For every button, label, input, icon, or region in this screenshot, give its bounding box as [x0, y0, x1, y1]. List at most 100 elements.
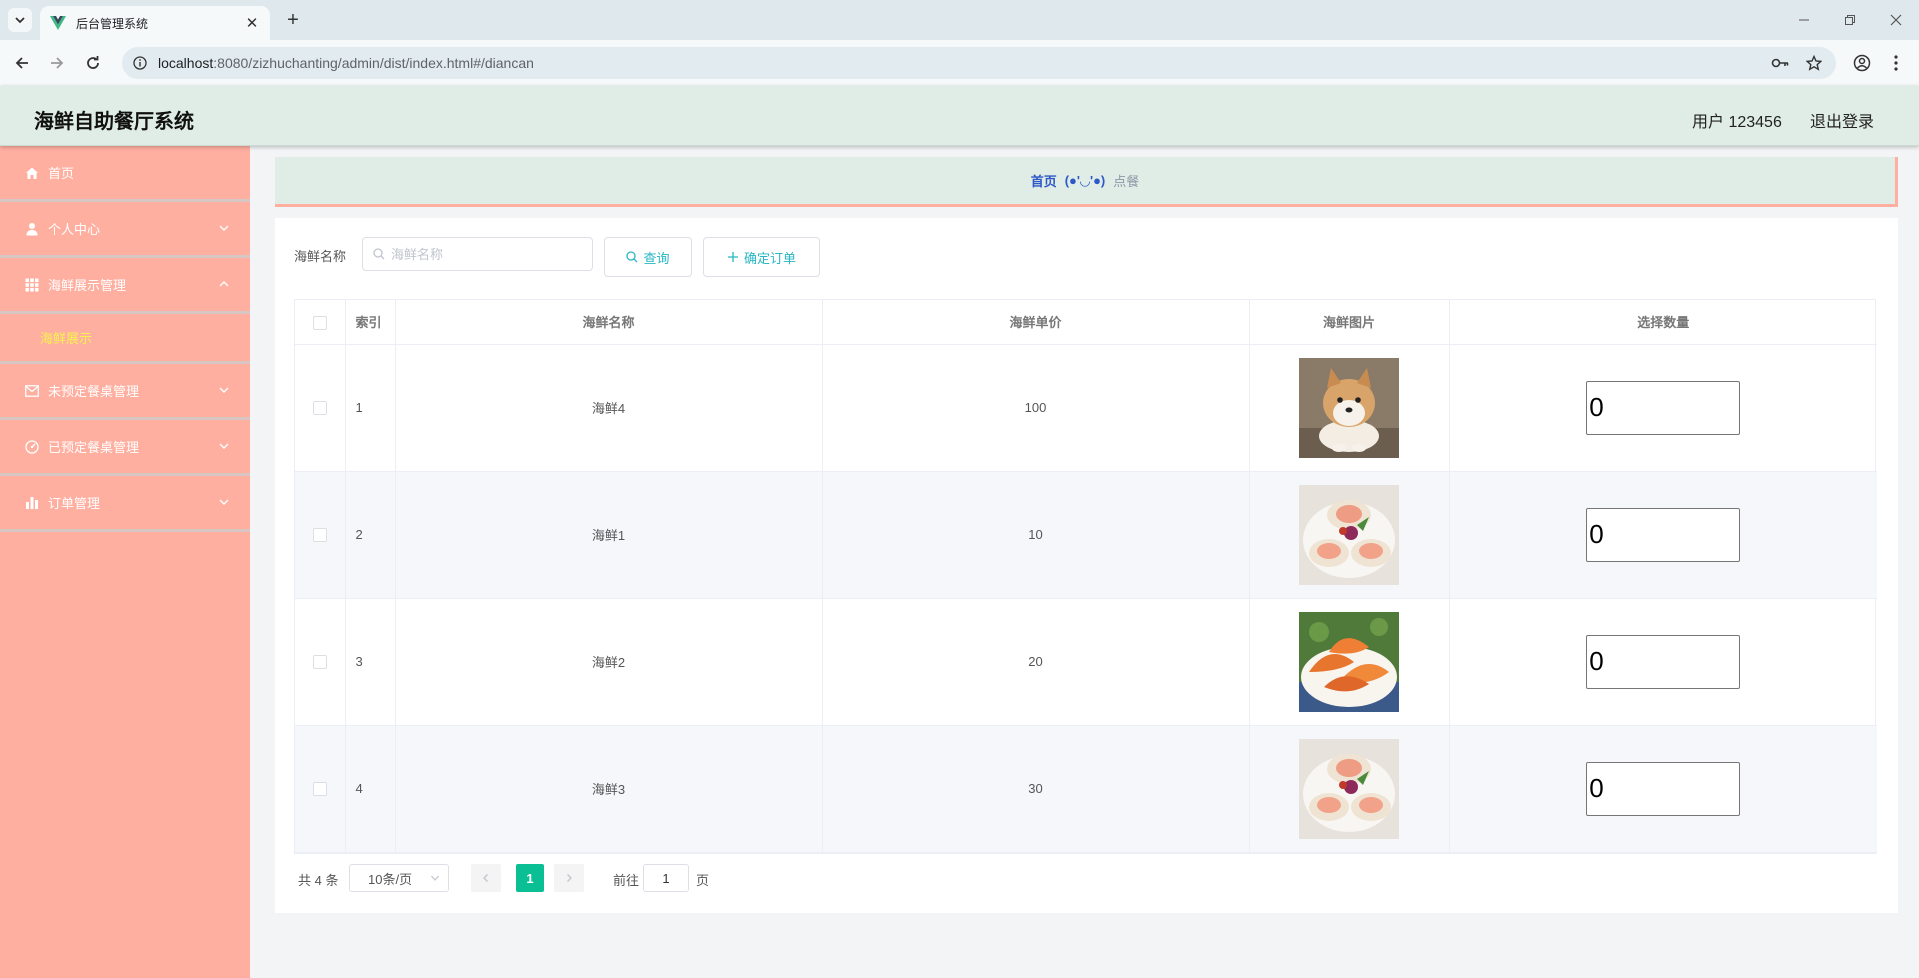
sidebar-item-label: 已预定餐桌管理 [48, 440, 140, 455]
column-header-index: 索引 [345, 300, 396, 345]
row-checkbox[interactable] [312, 782, 327, 797]
table-row: 3 海鲜2 20 [295, 598, 1877, 726]
logout-button[interactable]: 退出登录 [1810, 108, 1874, 132]
tab-title: 后台管理系统 [76, 16, 149, 31]
new-tab-button[interactable]: + [282, 9, 304, 31]
sidebar-item-label: 个人中心 [48, 222, 101, 237]
sidebar-item-label: 未预定餐桌管理 [48, 384, 140, 399]
query-button[interactable]: 查询 [604, 237, 692, 277]
confirm-order-button-label: 确定订单 [743, 250, 796, 266]
quantity-input[interactable] [1586, 380, 1741, 435]
bar-chart-icon [24, 495, 40, 511]
column-header-price: 海鲜单价 [822, 300, 1250, 345]
seafood-name: 海鲜1 [395, 471, 823, 599]
quantity-input[interactable] [1586, 634, 1741, 689]
bookmark-star-icon[interactable] [1802, 51, 1826, 75]
close-icon [1890, 14, 1902, 26]
search-input[interactable] [391, 246, 581, 262]
seafood-name: 海鲜3 [395, 725, 823, 853]
password-key-icon[interactable] [1768, 51, 1792, 75]
row-checkbox[interactable] [312, 401, 327, 416]
sidebar-item-profile[interactable]: 个人中心 [0, 202, 250, 258]
browser-menu-icon[interactable] [1883, 50, 1909, 76]
page-unit-label: 页 [696, 873, 710, 888]
shiba-dog-photo [1299, 357, 1399, 458]
chevron-down-icon [219, 387, 229, 393]
row-checkbox[interactable] [312, 528, 327, 543]
browser-tab[interactable]: 后台管理系统 ✕ [40, 6, 270, 40]
row-index: 1 [345, 344, 396, 472]
table-header-row: 索引 海鲜名称 海鲜单价 海鲜图片 选择数量 [295, 300, 1877, 345]
quantity-cell [1449, 598, 1877, 726]
seafood-image-cell [1249, 471, 1450, 599]
close-tab-icon[interactable]: ✕ [244, 15, 260, 32]
chevron-right-icon [567, 874, 572, 882]
sidebar-item-unreserved-tables[interactable]: 未预定餐桌管理 [0, 364, 250, 420]
app-title: 海鲜自助餐厅系统 [34, 111, 194, 133]
breadcrumb: 首页 (●'◡'●) 点餐 [275, 157, 1898, 207]
quantity-input[interactable] [1586, 761, 1741, 816]
back-button[interactable] [9, 50, 35, 76]
plus-icon [727, 251, 739, 263]
sidebar-subitem-seafood-display[interactable]: 海鲜展示 [0, 314, 250, 364]
reload-button[interactable] [80, 50, 106, 76]
sidebar-item-home[interactable]: 首页 [0, 146, 250, 202]
address-bar[interactable]: localhost:8080/zizhuchanting/admin/dist/… [122, 47, 1836, 79]
breadcrumb-current: 点餐 [1113, 174, 1140, 189]
arrow-left-icon [15, 57, 28, 69]
quantity-input[interactable] [1586, 507, 1741, 562]
forward-button[interactable] [44, 50, 70, 76]
site-info-icon[interactable] [122, 56, 158, 70]
table-row: 2 海鲜1 10 [295, 471, 1877, 599]
column-header-name: 海鲜名称 [395, 300, 823, 345]
row-index: 4 [345, 725, 396, 853]
breadcrumb-home[interactable]: 首页 [1031, 171, 1057, 190]
current-user: 用户 123456 [1692, 114, 1782, 131]
select-all-checkbox[interactable] [312, 315, 327, 330]
profile-icon[interactable] [1849, 50, 1875, 76]
quantity-cell [1449, 471, 1877, 599]
next-page-button[interactable] [554, 864, 584, 892]
grid-icon [24, 277, 40, 293]
reload-icon [87, 56, 99, 69]
row-select-cell [295, 471, 346, 599]
chevron-left-icon [483, 874, 488, 882]
sidebar-item-seafood-management[interactable]: 海鲜展示管理 [0, 258, 250, 314]
sidebar-item-orders[interactable]: 订单管理 [0, 476, 250, 532]
seafood-price: 30 [822, 725, 1250, 853]
scallops-photo [1299, 738, 1399, 839]
seafood-name: 海鲜4 [395, 344, 823, 472]
shrimp-photo [1299, 611, 1399, 712]
page-size-select[interactable]: 10条/页 [349, 864, 449, 892]
sidebar-item-label: 首页 [48, 166, 75, 181]
page-jump-input[interactable] [643, 864, 689, 892]
tab-search-button[interactable] [8, 8, 32, 32]
restore-button[interactable] [1830, 8, 1870, 32]
browser-tabstrip: 后台管理系统 ✕ + [0, 0, 1919, 40]
search-icon [626, 251, 638, 263]
chevron-down-icon [219, 225, 229, 231]
row-checkbox[interactable] [312, 655, 327, 670]
quantity-cell [1449, 344, 1877, 472]
column-header-quantity: 选择数量 [1449, 300, 1877, 345]
table-row: 4 海鲜3 30 [295, 725, 1877, 853]
scallops-photo [1299, 484, 1399, 585]
search-field[interactable] [362, 237, 593, 271]
close-window-button[interactable] [1876, 8, 1916, 32]
seafood-name: 海鲜2 [395, 598, 823, 726]
sidebar-item-label: 订单管理 [48, 496, 101, 511]
breadcrumb-separator: (●'◡'●) [1064, 172, 1106, 188]
url-host: localhost [158, 55, 214, 71]
minimize-button[interactable] [1784, 8, 1824, 32]
prev-page-button[interactable] [471, 864, 501, 892]
content-panel: 海鲜名称 查询 确定订单 索引 海鲜名称 海鲜单价 海鲜图片 选择数量 [275, 218, 1898, 913]
confirm-order-button[interactable]: 确定订单 [703, 237, 820, 277]
column-header-image: 海鲜图片 [1249, 300, 1450, 345]
arrow-right-icon [51, 57, 64, 69]
page-number-current[interactable]: 1 [516, 864, 544, 892]
seafood-price: 20 [822, 598, 1250, 726]
restore-icon [1845, 15, 1855, 25]
sidebar-item-reserved-tables[interactable]: 已预定餐桌管理 [0, 420, 250, 476]
gauge-icon [24, 439, 40, 455]
row-index: 2 [345, 471, 396, 599]
